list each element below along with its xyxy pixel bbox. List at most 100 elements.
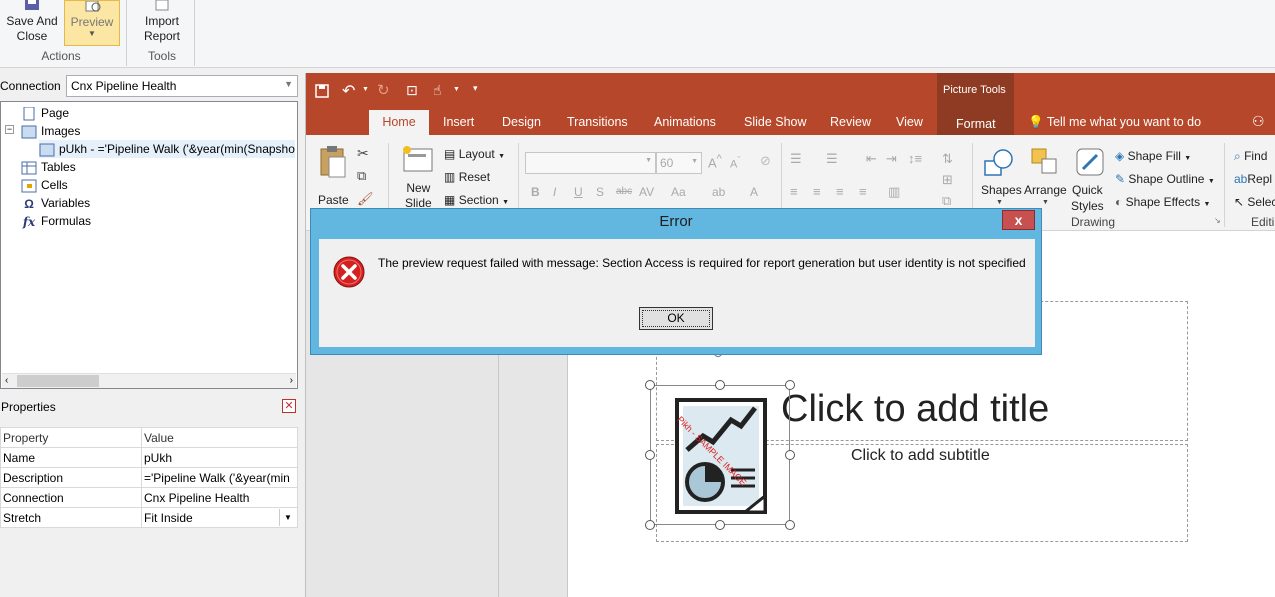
tab-animations[interactable]: Animations <box>654 115 716 129</box>
property-value[interactable]: Cnx Pipeline Health <box>141 487 298 508</box>
object-tree[interactable]: Page − Images pUkh - ='Pipeline Walk ('&… <box>0 101 298 389</box>
highlight-icon[interactable]: ab <box>712 185 725 199</box>
scroll-right-icon[interactable]: › <box>290 375 293 386</box>
property-value[interactable]: ='Pipeline Walk ('&year(min <box>141 467 298 488</box>
align-text-icon[interactable]: ⊞ <box>942 172 953 188</box>
italic-icon[interactable]: I <box>553 185 556 199</box>
chevron-down-icon[interactable]: ▼ <box>279 509 296 526</box>
customize-toolbar-icon[interactable]: ▾ <box>473 83 478 94</box>
resize-handle[interactable] <box>645 450 655 460</box>
save-icon[interactable] <box>315 84 329 98</box>
touch-mode-icon[interactable]: ☝ <box>433 82 442 99</box>
resize-handle[interactable] <box>645 520 655 530</box>
tab-home[interactable]: Home <box>369 110 429 136</box>
resize-handle[interactable] <box>715 380 725 390</box>
table-row[interactable]: Stretch Fit Inside ▼ <box>0 507 298 528</box>
resize-handle[interactable] <box>715 520 725 530</box>
copy-icon[interactable]: ⧉ <box>357 168 366 184</box>
table-row[interactable]: Description ='Pipeline Walk ('&year(min <box>0 467 298 488</box>
shapes-button[interactable]: Shapes <box>981 183 1022 197</box>
tab-insert[interactable]: Insert <box>443 115 474 129</box>
tell-me-box[interactable]: 💡 Tell me what you want to do <box>1028 115 1201 130</box>
increase-indent-icon[interactable]: ⇥ <box>886 151 897 167</box>
property-value[interactable]: pUkh <box>141 447 298 468</box>
align-center-icon[interactable]: ≡ <box>813 184 821 199</box>
justify-icon[interactable]: ≡ <box>859 184 867 199</box>
grow-font-icon[interactable]: A^ <box>708 153 722 170</box>
dialog-launcher-icon[interactable]: ↘ <box>1214 216 1221 225</box>
bullets-icon[interactable]: ☰ <box>790 151 802 167</box>
shadow-icon[interactable]: S <box>596 185 604 199</box>
decrease-indent-icon[interactable]: ⇤ <box>866 151 877 167</box>
preview-button[interactable]: Preview ▼ <box>64 0 120 46</box>
collapse-toggle-icon[interactable]: − <box>5 125 14 134</box>
tree-item-cells[interactable]: Cells <box>21 176 68 194</box>
share-user-icon[interactable]: ⚇ <box>1252 113 1265 130</box>
table-row[interactable]: Name pUkh <box>0 447 298 468</box>
character-spacing-icon[interactable]: AV <box>639 185 654 199</box>
touch-dropdown-icon[interactable]: ▼ <box>453 86 460 93</box>
paste-button[interactable]: Paste <box>318 193 349 207</box>
replace-button[interactable]: abRepl <box>1234 172 1272 186</box>
table-row[interactable]: Connection Cnx Pipeline Health <box>0 487 298 508</box>
tab-view[interactable]: View <box>896 115 923 129</box>
section-button[interactable]: ▦ Section ▼ <box>444 193 509 207</box>
shrink-font-icon[interactable]: Aˇ <box>730 155 740 171</box>
font-size-input[interactable]: 60 ▼ <box>656 152 702 174</box>
shape-fill-button[interactable]: ◈ Shape Fill ▼ <box>1115 149 1191 163</box>
ok-button[interactable]: OK <box>639 307 713 330</box>
layout-button[interactable]: ▤ Layout ▼ <box>444 147 505 161</box>
scroll-left-icon[interactable]: ‹ <box>5 375 8 386</box>
text-direction-icon[interactable]: ⇅ <box>942 151 953 167</box>
arrange-button[interactable]: Arrange <box>1024 183 1067 197</box>
tree-item-page[interactable]: Page <box>21 104 69 122</box>
tab-transitions[interactable]: Transitions <box>567 115 628 129</box>
scrollbar-thumb[interactable] <box>17 375 99 387</box>
undo-dropdown-icon[interactable]: ▼ <box>362 86 369 93</box>
redo-icon[interactable]: ↻ <box>377 81 390 99</box>
slideshow-icon[interactable]: ⊡ <box>406 82 418 99</box>
shape-effects-button[interactable]: ◐ Shape Effects ▼ <box>1115 195 1210 209</box>
dialog-close-button[interactable]: x <box>1002 210 1035 230</box>
find-button[interactable]: ⌕ Find <box>1234 149 1267 164</box>
underline-icon[interactable]: U <box>574 185 583 199</box>
tab-review[interactable]: Review <box>830 115 871 129</box>
selected-picture[interactable]: Pikh - SAMPLE IMAGE <box>650 385 790 525</box>
tree-item-images[interactable]: Images <box>21 122 80 140</box>
select-button[interactable]: ↖ Selec <box>1234 195 1275 209</box>
reset-button[interactable]: ▥ Reset <box>444 170 490 184</box>
close-icon[interactable]: ✕ <box>282 399 296 413</box>
bold-icon[interactable]: B <box>531 185 540 199</box>
tree-item-variables[interactable]: Ω Variables <box>21 194 90 212</box>
tab-format[interactable]: Format <box>937 107 1014 135</box>
resize-handle[interactable] <box>785 520 795 530</box>
strikethrough-icon[interactable]: abc <box>616 186 632 197</box>
cut-icon[interactable]: ✂ <box>357 145 369 162</box>
tab-slide-show[interactable]: Slide Show <box>744 115 807 129</box>
tab-design[interactable]: Design <box>502 115 541 129</box>
tree-item-formulas[interactable]: fx Formulas <box>21 212 91 230</box>
align-left-icon[interactable]: ≡ <box>790 184 798 199</box>
connection-select[interactable]: Cnx Pipeline Health ▼ <box>66 75 298 97</box>
horizontal-scrollbar[interactable]: ‹ › <box>2 373 296 388</box>
clear-formatting-icon[interactable]: ⊘ <box>760 153 771 169</box>
undo-icon[interactable]: ↶ <box>342 81 355 101</box>
stretch-select[interactable]: Fit Inside ▼ <box>141 507 298 528</box>
format-painter-icon[interactable]: 🖌 <box>357 191 374 207</box>
font-color-icon[interactable]: A <box>750 185 758 199</box>
numbering-icon[interactable]: ☰ <box>826 151 838 167</box>
smartart-icon[interactable]: ⧉ <box>942 193 951 209</box>
font-name-input[interactable]: ▼ <box>525 152 656 174</box>
tree-item-tables[interactable]: Tables <box>21 158 76 176</box>
resize-handle[interactable] <box>785 380 795 390</box>
columns-icon[interactable]: ▥ <box>888 184 900 200</box>
resize-handle[interactable] <box>785 450 795 460</box>
import-report-button[interactable]: Import Report <box>135 0 189 44</box>
change-case-icon[interactable]: Aa <box>671 185 686 199</box>
quick-styles-button[interactable]: Quick Styles <box>1071 182 1104 214</box>
tree-item-image-pukh[interactable]: pUkh - ='Pipeline Walk ('&year(min(Snaps… <box>39 140 295 158</box>
save-and-close-button[interactable]: Save And Close <box>3 0 61 44</box>
resize-handle[interactable] <box>645 380 655 390</box>
line-spacing-icon[interactable]: ↕≡ <box>908 151 922 166</box>
align-right-icon[interactable]: ≡ <box>836 184 844 199</box>
